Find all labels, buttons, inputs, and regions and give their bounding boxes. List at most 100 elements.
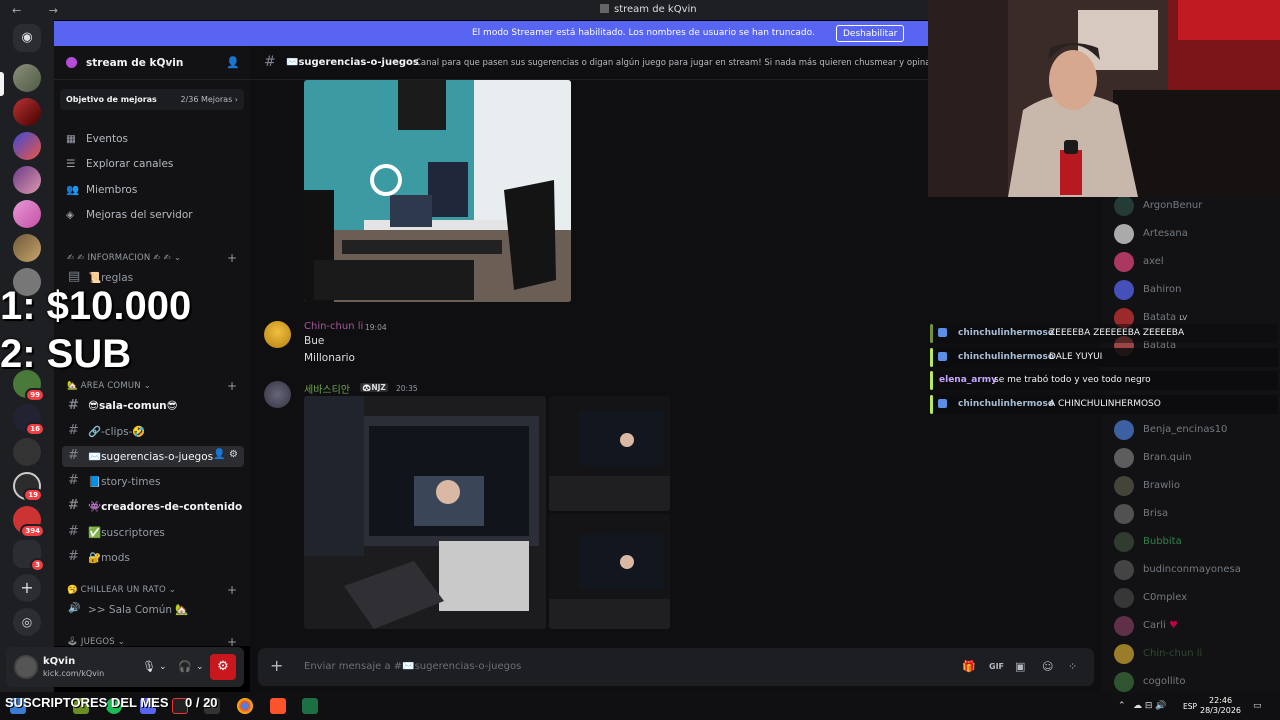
channel-sugerencias[interactable]: # ✉️sugerencias-o-juegos 👤 ⚙ <box>62 446 244 467</box>
sticker-icon[interactable]: ▣ <box>1015 660 1025 673</box>
nav-arrows[interactable]: ← → <box>12 4 70 17</box>
disable-streamer-button[interactable]: Deshabilitar <box>836 25 905 42</box>
mention-badge: 19 <box>23 488 43 502</box>
channel-label: >> Sala Común 🏡 <box>88 604 189 616</box>
server-icon[interactable] <box>13 132 41 160</box>
channel-title: ✉️sugerencias-o-juegos <box>286 57 419 68</box>
avatar[interactable] <box>14 655 38 679</box>
channel-topic[interactable]: Canal para que pasen sus sugerencias o d… <box>415 58 963 68</box>
member-name: Bubbita <box>1143 536 1182 547</box>
server-icon[interactable] <box>13 200 41 228</box>
emoji-icon[interactable]: ☺ <box>1042 660 1053 673</box>
speaker-icon: 🔊 <box>68 603 81 614</box>
invite-user-icon[interactable]: 👤 <box>226 56 240 69</box>
clock[interactable]: 22:46 28/3/2026 <box>1200 696 1241 716</box>
avatar <box>1114 644 1134 664</box>
hash-icon: # <box>68 524 79 539</box>
attachment-image[interactable] <box>304 80 571 302</box>
chevron-down-icon[interactable]: ⌄ <box>159 662 167 672</box>
server-icon[interactable]: 394 <box>13 506 45 538</box>
tray-icons[interactable]: ☁ ⊟ 🔊 <box>1133 701 1166 711</box>
category-info[interactable]: ✍ ✍ INFORMACION ✍ ✍ ⌄ + <box>67 251 237 265</box>
avatar <box>1114 224 1134 244</box>
channel-suscriptores[interactable]: # ✅suscriptores <box>62 522 244 543</box>
attachment-image[interactable] <box>549 514 670 629</box>
boost-goal[interactable]: Objetivo de mejoras 2/36 Mejoras › <box>60 89 244 110</box>
members-icon: 👥 <box>66 184 80 196</box>
category-area-comun[interactable]: 🏡 AREA COMUN ⌄ + <box>67 379 237 393</box>
channel-label: 👾creadores-de-contenido <box>88 501 243 513</box>
nav-browse-channels[interactable]: ☰ Explorar canales <box>66 158 173 170</box>
server-header[interactable]: stream de kQvin ⌄ 👤 <box>54 46 250 80</box>
member-name: axel <box>1143 256 1164 267</box>
server-icon[interactable] <box>13 438 41 466</box>
chrome-icon[interactable] <box>237 698 253 714</box>
add-channel-icon[interactable]: + <box>227 251 237 265</box>
window-title-text: stream de kQvin <box>614 4 697 15</box>
add-server-icon[interactable]: + <box>13 574 41 602</box>
member-name: Chin-chun li <box>1143 648 1203 659</box>
hash-icon: # <box>68 498 79 513</box>
window-title: stream de kQvin <box>600 4 697 15</box>
nav-server-boosts[interactable]: ◈ Mejoras del servidor <box>66 209 193 221</box>
category-label: 🥱 CHILLEAR UN RATO <box>67 585 166 595</box>
member-name: Brisa <box>1143 508 1169 519</box>
server-icon[interactable] <box>13 64 41 92</box>
nav-members[interactable]: 👥 Miembros <box>66 183 137 196</box>
notifications-icon[interactable]: ▭ <box>1253 701 1262 711</box>
avatar[interactable] <box>264 381 291 408</box>
hash-icon: # <box>68 549 79 564</box>
message-author[interactable]: Chin-chun li <box>304 321 363 332</box>
add-attachment-icon[interactable]: + <box>270 656 283 675</box>
server-folder-icon[interactable]: 3 <box>13 540 45 572</box>
microphone-icon[interactable]: 🎙 <box>142 660 156 673</box>
language-indicator[interactable]: ESP <box>1183 702 1197 711</box>
apps-icon[interactable]: ⁘ <box>1068 660 1077 673</box>
chevron-down-icon[interactable]: ⌄ <box>196 662 204 672</box>
message-author[interactable]: 세바스티안 <box>304 381 350 396</box>
subs-goal-label: SUSCRIPTORES DEL MES <box>5 695 169 710</box>
server-icon[interactable]: 16 <box>13 404 45 436</box>
channel-sala-comun[interactable]: # 😎sala-comun😎 <box>62 396 244 417</box>
excel-icon[interactable] <box>302 698 318 714</box>
channel-settings-icon[interactable]: 👤 ⚙ <box>213 449 238 460</box>
discord-home-icon[interactable]: ◉ <box>13 24 41 52</box>
channel-creadores[interactable]: # 👾creadores-de-contenido <box>62 496 244 517</box>
chevron-up-icon[interactable]: ⌃ <box>1118 701 1126 711</box>
avatar[interactable] <box>264 321 291 348</box>
avatar <box>1114 196 1134 216</box>
message-input[interactable]: Enviar mensaje a #✉️sugerencias-o-juegos <box>304 661 521 672</box>
mention-badge: 99 <box>25 388 45 402</box>
add-channel-icon[interactable]: + <box>227 635 237 646</box>
attachment-image[interactable] <box>304 396 546 629</box>
gift-icon[interactable]: 🎁 <box>962 660 976 673</box>
gear-icon[interactable]: ⚙ <box>210 654 236 680</box>
brave-icon[interactable] <box>270 698 286 714</box>
voice-channel-sala-comun[interactable]: 🔊 >> Sala Común 🏡 <box>62 599 244 620</box>
server-icon[interactable] <box>13 166 41 194</box>
category-juegos[interactable]: 🕹 JUEGOS ⌄ + <box>67 635 237 646</box>
server-icon[interactable] <box>13 234 41 262</box>
channel-label: 😎sala-comun😎 <box>88 400 178 412</box>
boost-goal-label: Objetivo de mejoras <box>66 95 157 104</box>
channel-mods[interactable]: # 🔐mods <box>62 547 244 568</box>
add-channel-icon[interactable]: + <box>227 379 237 393</box>
avatar <box>1114 476 1134 496</box>
avatar <box>1114 280 1134 300</box>
chat-bar <box>930 324 933 343</box>
server-icon[interactable] <box>13 98 41 126</box>
gif-icon[interactable]: GIF <box>989 662 1004 671</box>
explore-icon[interactable]: ◎ <box>13 608 41 636</box>
add-channel-icon[interactable]: + <box>227 583 237 597</box>
category-chill[interactable]: 🥱 CHILLEAR UN RATO ⌄ + <box>67 583 237 597</box>
headphones-icon[interactable]: 🎧 <box>178 660 192 673</box>
user-name: kQvin <box>43 656 76 667</box>
attachment-image[interactable] <box>549 396 670 511</box>
server-icon[interactable]: 19 <box>13 472 43 502</box>
channel-story-times[interactable]: # 📘story-times <box>62 471 244 492</box>
channel-clips[interactable]: # 🔗-clips-🤣 <box>62 421 244 442</box>
channel-label: ✉️sugerencias-o-juegos <box>88 451 214 463</box>
member-name: budinconmayonesa <box>1143 564 1241 575</box>
calendar-icon: ▦ <box>66 133 76 145</box>
nav-events[interactable]: ▦ Eventos <box>66 133 128 145</box>
